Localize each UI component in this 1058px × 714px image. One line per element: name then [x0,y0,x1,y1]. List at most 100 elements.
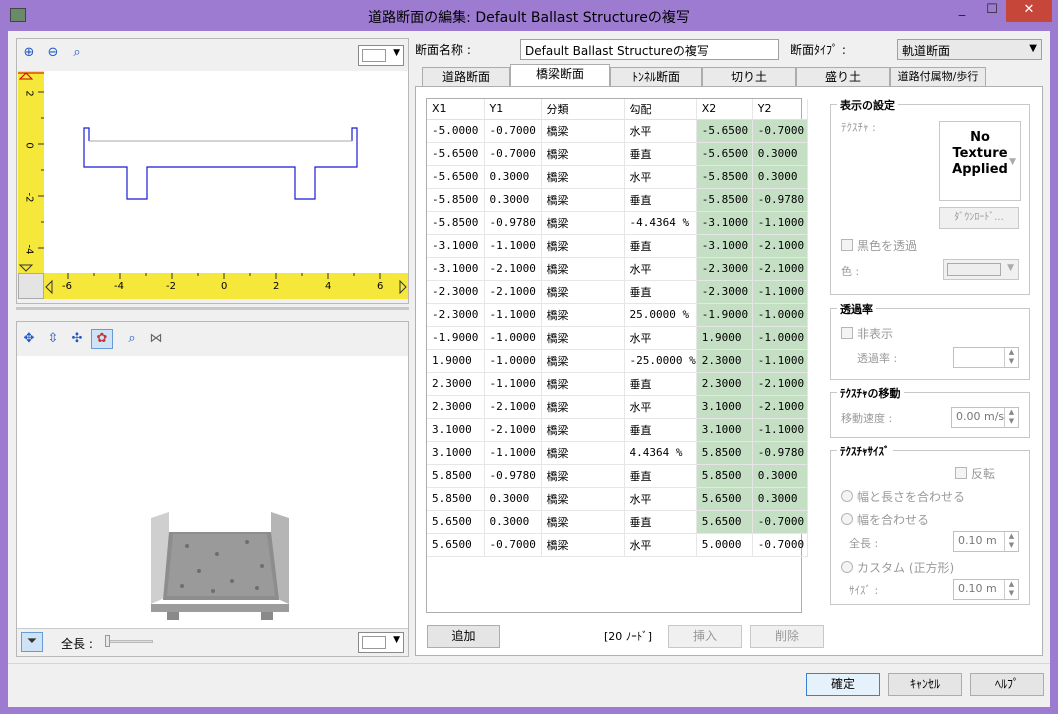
cell-class[interactable]: 橋梁 [541,188,625,212]
cell-x1[interactable]: -5.6500 [427,142,485,166]
cell-y1[interactable]: 0.3000 [484,510,542,534]
length-slider-thumb[interactable] [105,635,110,647]
cell-y1[interactable]: -1.1000 [484,441,542,465]
cell-class[interactable]: 橋梁 [541,234,625,258]
cell-y1[interactable]: -2.1000 [484,257,542,281]
cell-slope[interactable]: 水平 [624,487,697,511]
cell-y2[interactable]: -0.9780 [752,188,808,212]
cell-x2[interactable]: 5.8500 [696,464,753,488]
cell-class[interactable]: 橋梁 [541,257,625,281]
download-button[interactable]: ﾀﾞｳﾝﾛｰﾄﾞ... [939,207,1019,229]
cell-x2[interactable]: 5.6500 [696,487,753,511]
cell-x1[interactable]: -5.8500 [427,188,485,212]
table-row[interactable]: -5.8500 0.3000 橋梁 垂直 -5.8500 -0.9780 [427,188,808,212]
cell-y1[interactable]: -0.7000 [484,533,542,557]
cell-y2[interactable]: -0.7000 [752,533,808,557]
table-row[interactable]: 1.9000 -1.0000 橋梁 -25.0000 % 2.3000 -1.1000 [427,349,808,373]
table-row[interactable]: 2.3000 -2.1000 橋梁 水平 3.1000 -2.1000 [427,395,808,419]
cell-slope[interactable]: 水平 [624,119,697,143]
cell-x1[interactable]: 1.9000 [427,349,485,373]
cell-class[interactable]: 橋梁 [541,464,625,488]
col-header-x1[interactable]: X1 [427,99,485,120]
cell-x1[interactable]: 5.8500 [427,487,485,511]
cell-y1[interactable]: -2.1000 [484,418,542,442]
cell-slope[interactable]: 25.0000 % [624,303,697,327]
cell-x1[interactable]: 5.8500 [427,464,485,488]
cell-slope[interactable]: -25.0000 % [624,349,697,373]
cell-x2[interactable]: 5.0000 [696,533,753,557]
add-button[interactable]: 追加 [427,625,500,648]
table-row[interactable]: -5.8500 -0.9780 橋梁 -4.4364 % -3.1000 -1.1000 [427,211,808,235]
cell-x1[interactable]: -2.3000 [427,280,485,304]
cell-x1[interactable]: -5.8500 [427,211,485,235]
cell-x1[interactable]: 3.1000 [427,418,485,442]
cell-class[interactable]: 橋梁 [541,372,625,396]
orbit-icon[interactable]: ✿ [91,329,113,349]
table-row[interactable]: -5.6500 0.3000 橋梁 水平 -5.8500 0.3000 [427,165,808,189]
zoom-icon[interactable]: ⌕ [124,331,140,347]
splitter[interactable] [16,307,409,310]
section-view-icon[interactable]: ⏷ [21,632,43,652]
transparency-rate-spinner[interactable]: ▲ ▼ [953,347,1019,368]
move-up-down-icon[interactable]: ⇳ [45,331,61,347]
cell-x2[interactable]: 2.3000 [696,372,753,396]
cell-x1[interactable]: 2.3000 [427,372,485,396]
cell-y1[interactable]: -0.7000 [484,142,542,166]
cell-x2[interactable]: -5.8500 [696,188,753,212]
cell-x1[interactable]: 3.1000 [427,441,485,465]
cell-y2[interactable]: -2.1000 [752,257,808,281]
cell-x2[interactable]: 2.3000 [696,349,753,373]
table-row[interactable]: 5.6500 -0.7000 橋梁 水平 5.0000 -0.7000 [427,533,808,557]
cell-y1[interactable]: -0.9780 [484,464,542,488]
cell-class[interactable]: 橋梁 [541,119,625,143]
cell-x2[interactable]: 5.8500 [696,441,753,465]
col-header-x2[interactable]: X2 [696,99,753,120]
cell-slope[interactable]: 垂直 [624,234,697,258]
cell-x2[interactable]: 3.1000 [696,395,753,419]
cell-x1[interactable]: -3.1000 [427,257,485,281]
table-row[interactable]: -3.1000 -1.1000 橋梁 垂直 -3.1000 -2.1000 [427,234,808,258]
section-name-input[interactable]: Default Ballast Structureの複写 [520,39,779,60]
cell-class[interactable]: 橋梁 [541,303,625,327]
profile-color-combo[interactable]: ▼ [358,45,404,66]
cell-slope[interactable]: 垂直 [624,510,697,534]
cell-x2[interactable]: -5.8500 [696,165,753,189]
cell-class[interactable]: 橋梁 [541,326,625,350]
col-header-slope[interactable]: 勾配 [624,99,697,120]
node-table[interactable]: X1 Y1 分類 勾配 X2 Y2 -5.0000 -0.7000 橋梁 水平 -5.6… [427,99,808,557]
preview-3d-canvas[interactable] [17,356,408,620]
invert-checkbox[interactable] [955,467,967,479]
delete-button[interactable]: 削除 [750,625,824,648]
table-row[interactable]: -5.6500 -0.7000 橋梁 垂直 -5.6500 0.3000 [427,142,808,166]
hide-checkbox[interactable] [841,327,853,339]
cell-x2[interactable]: -5.6500 [696,119,753,143]
close-button[interactable]: ✕ [1006,0,1052,22]
spinner-arrows-icon[interactable]: ▲ ▼ [1004,408,1018,427]
cell-y2[interactable]: -0.7000 [752,510,808,534]
cell-x1[interactable]: 5.6500 [427,533,485,557]
cell-y2[interactable]: -2.1000 [752,372,808,396]
cell-class[interactable]: 橋梁 [541,441,625,465]
col-header-y2[interactable]: Y2 [752,99,808,120]
cell-slope[interactable]: 水平 [624,257,697,281]
cell-class[interactable]: 橋梁 [541,211,625,235]
cell-y1[interactable]: 0.3000 [484,188,542,212]
length-slider[interactable] [105,640,153,643]
move-speed-spinner[interactable]: 0.00 m/s ▲ ▼ [951,407,1019,428]
insert-button[interactable]: 挿入 [668,625,742,648]
color-combo[interactable]: ▼ [943,259,1019,280]
cell-y1[interactable]: 0.3000 [484,165,542,189]
tab-bridge-section[interactable]: 橋梁断面 [510,64,610,87]
cell-y1[interactable]: 0.3000 [484,487,542,511]
cell-y2[interactable]: -0.9780 [752,441,808,465]
section-type-select[interactable]: 軌道断面 ▼ [897,39,1042,60]
cell-x1[interactable]: -5.0000 [427,119,485,143]
ok-button[interactable]: 確定 [806,673,880,696]
table-row[interactable]: -5.0000 -0.7000 橋梁 水平 -5.6500 -0.7000 [427,119,808,143]
cell-slope[interactable]: 水平 [624,165,697,189]
cell-x1[interactable]: -5.6500 [427,165,485,189]
spinner-arrows-icon[interactable]: ▲ ▼ [1004,348,1018,367]
tex-size-spinner[interactable]: 0.10 m ▲ ▼ [953,579,1019,600]
cell-slope[interactable]: -4.4364 % [624,211,697,235]
cell-class[interactable]: 橋梁 [541,395,625,419]
